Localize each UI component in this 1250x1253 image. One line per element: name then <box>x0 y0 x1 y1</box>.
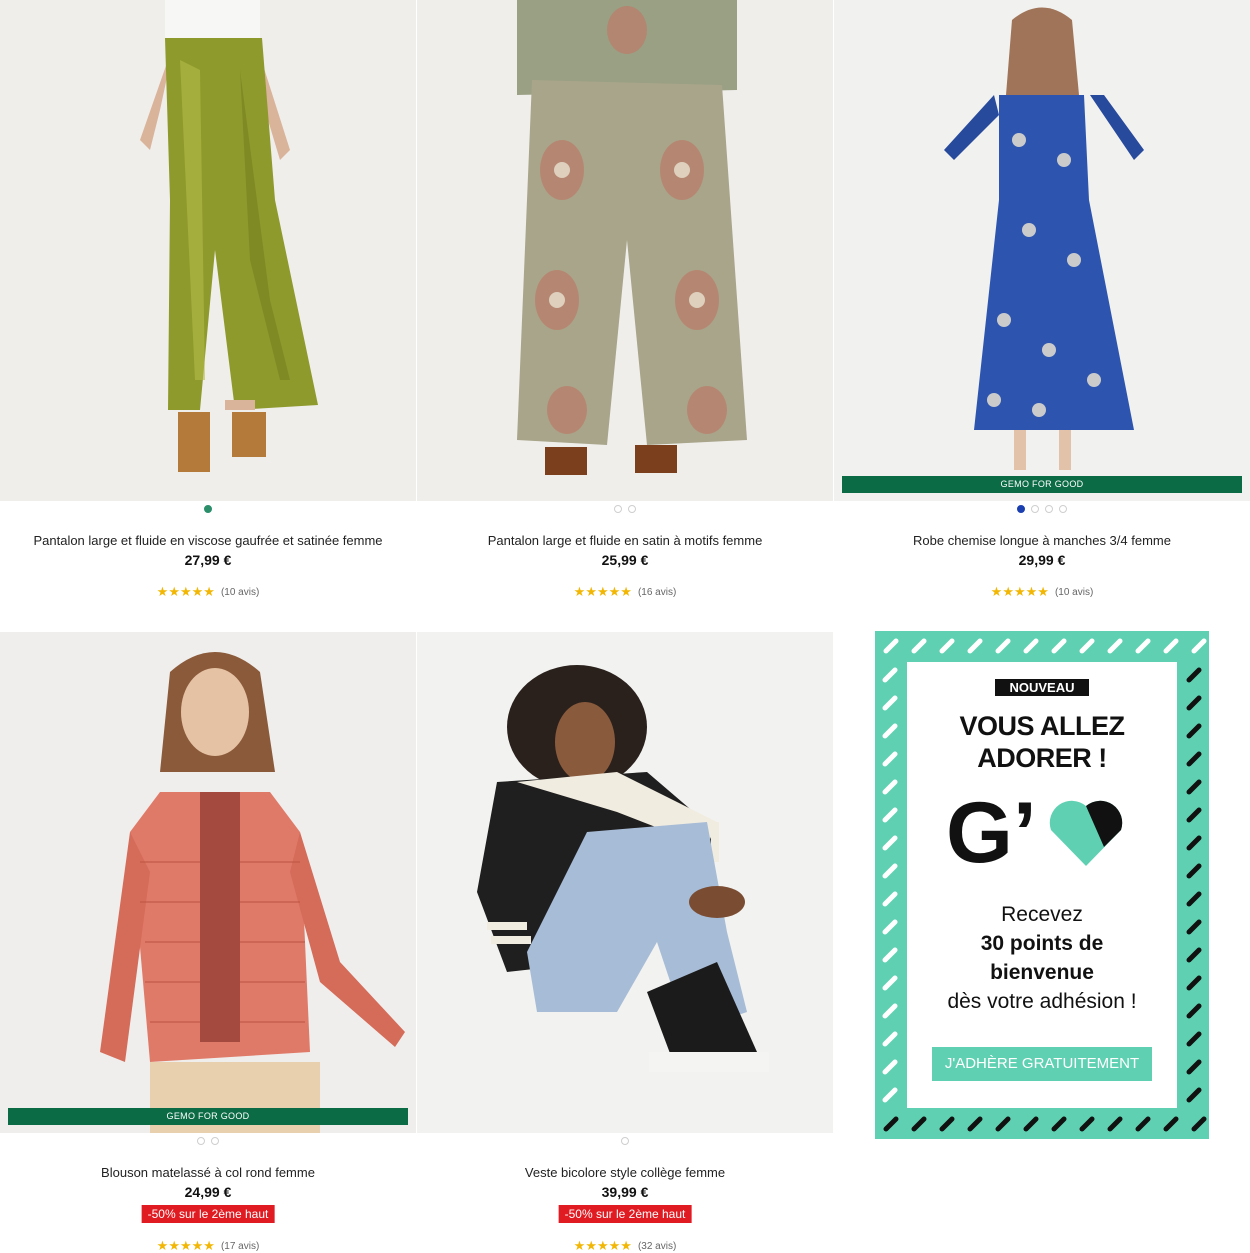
product-title[interactable]: Veste bicolore style collège femme <box>417 1165 833 1180</box>
product-photo-green-pants <box>0 0 416 501</box>
product-card[interactable]: GEMO FOR GOOD Robe chemise longue à manc… <box>834 0 1250 610</box>
banner-headline: VOUS ALLEZ ADORER ! <box>900 710 1184 774</box>
product-price: 39,99 € <box>601 1184 649 1200</box>
product-title[interactable]: Pantalon large et fluide en viscose gauf… <box>0 533 416 548</box>
product-rating: ★★★★★ (32 avis) <box>417 1238 833 1253</box>
color-swatch[interactable] <box>211 1137 219 1145</box>
product-photo-paisley-pants <box>417 0 833 501</box>
logo-letter: G’ <box>946 790 1037 870</box>
product-photo-varsity-jacket <box>417 632 833 1133</box>
color-swatch[interactable] <box>628 505 636 513</box>
product-image[interactable] <box>0 0 416 501</box>
banner-text-line-4: dès votre adhésion ! <box>947 990 1137 1013</box>
rating-stars-icon: ★★★★★ <box>156 584 215 599</box>
product-card[interactable]: Veste bicolore style collège femme 39,99… <box>417 632 833 1253</box>
review-count[interactable]: (32 avis) <box>638 1241 676 1252</box>
promo-badge: -50% sur le 2ème haut <box>141 1205 275 1223</box>
review-count[interactable]: (10 avis) <box>1055 587 1093 598</box>
banner-text-line-1: Recevez <box>1001 903 1083 926</box>
color-swatch[interactable] <box>197 1137 205 1145</box>
color-swatch[interactable] <box>614 505 622 513</box>
banner-text-line-3: bienvenue <box>990 961 1094 984</box>
color-swatches[interactable] <box>0 1136 416 1146</box>
rating-stars-icon: ★★★★★ <box>573 584 632 599</box>
rating-stars-icon: ★★★★★ <box>573 1238 632 1253</box>
banner-headline-line-2: ADORER ! <box>977 743 1107 773</box>
product-photo-puffer-jacket <box>0 632 416 1133</box>
product-rating: ★★★★★ (10 avis) <box>0 584 416 600</box>
color-swatches[interactable] <box>834 504 1250 514</box>
product-card[interactable]: Pantalon large et fluide en satin à moti… <box>417 0 833 610</box>
review-count[interactable]: (17 avis) <box>221 1241 259 1252</box>
product-title[interactable]: Pantalon large et fluide en satin à moti… <box>417 533 833 548</box>
join-free-button[interactable]: J'ADHÈRE GRATUITEMENT <box>932 1047 1152 1081</box>
color-swatch[interactable] <box>621 1137 629 1145</box>
color-swatches[interactable] <box>0 504 416 514</box>
new-badge: NOUVEAU <box>995 679 1089 696</box>
product-price: 29,99 € <box>1018 552 1066 568</box>
banner-text-line-2: 30 points de <box>980 932 1104 955</box>
product-image[interactable] <box>417 0 833 501</box>
product-title[interactable]: Blouson matelassé à col rond femme <box>0 1165 416 1180</box>
product-card[interactable]: GEMO FOR GOOD Blouson matelassé à col ro… <box>0 632 416 1253</box>
gemo-heart-logo-icon: G’ <box>946 790 1123 870</box>
color-swatch[interactable] <box>1031 505 1039 513</box>
product-image[interactable]: GEMO FOR GOOD <box>0 632 416 1133</box>
rating-stars-icon: ★★★★★ <box>156 1238 215 1253</box>
product-image[interactable]: GEMO FOR GOOD <box>834 0 1250 501</box>
rating-stars-icon: ★★★★★ <box>990 584 1049 599</box>
gemo-for-good-badge: GEMO FOR GOOD <box>8 1108 408 1125</box>
color-swatch[interactable] <box>204 505 212 513</box>
gemo-for-good-badge: GEMO FOR GOOD <box>842 476 1242 493</box>
review-count[interactable]: (16 avis) <box>638 587 676 598</box>
product-photo-blue-dress <box>834 0 1250 501</box>
product-title[interactable]: Robe chemise longue à manches 3/4 femme <box>834 533 1250 548</box>
product-price: 25,99 € <box>601 552 649 568</box>
color-swatch[interactable] <box>1059 505 1067 513</box>
product-price: 24,99 € <box>184 1184 232 1200</box>
product-rating: ★★★★★ (17 avis) <box>0 1238 416 1253</box>
product-image[interactable] <box>417 632 833 1133</box>
banner-offer-text: Recevez 30 points de bienvenue dès votre… <box>900 900 1184 1016</box>
color-swatches[interactable] <box>417 1136 833 1146</box>
color-swatch[interactable] <box>1017 505 1025 513</box>
promo-badge: -50% sur le 2ème haut <box>558 1205 692 1223</box>
product-card[interactable]: Pantalon large et fluide en viscose gauf… <box>0 0 416 610</box>
product-rating: ★★★★★ (10 avis) <box>834 584 1250 600</box>
review-count[interactable]: (10 avis) <box>221 587 259 598</box>
product-rating: ★★★★★ (16 avis) <box>417 584 833 600</box>
color-swatch[interactable] <box>1045 505 1053 513</box>
color-swatches[interactable] <box>417 504 833 514</box>
product-price: 27,99 € <box>184 552 232 568</box>
banner-headline-line-1: VOUS ALLEZ <box>959 711 1125 741</box>
